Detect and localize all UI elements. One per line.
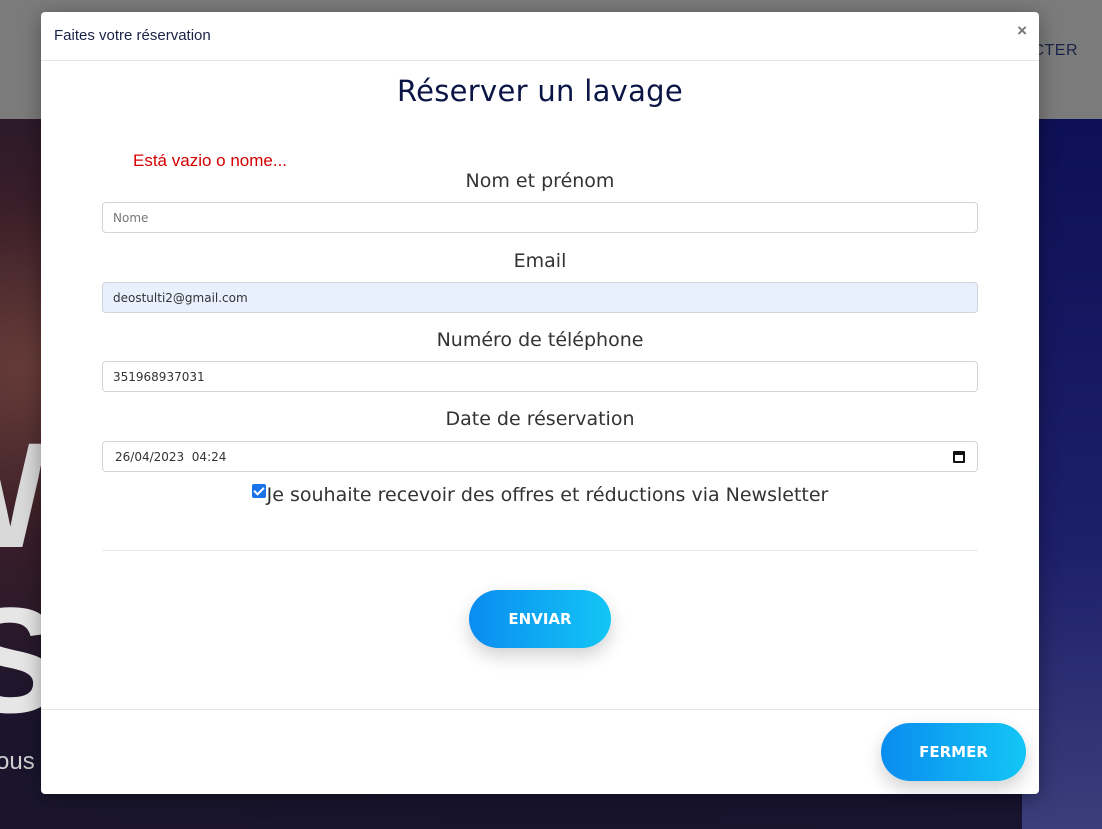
date-value: 26/04/2023 04:24 bbox=[115, 449, 227, 464]
form-heading: Réserver un lavage bbox=[396, 74, 684, 108]
newsletter-row: Je souhaite recevoir des offres et réduc… bbox=[41, 484, 1039, 506]
email-input[interactable]: deostulti2@gmail.com bbox=[102, 282, 978, 313]
submit-button[interactable]: ENVIAR bbox=[469, 590, 611, 648]
close-icon[interactable]: × bbox=[1017, 22, 1027, 39]
reservation-modal: Faites votre réservation × Réserver un l… bbox=[41, 12, 1039, 794]
close-button[interactable]: FERMER bbox=[881, 723, 1026, 781]
name-input[interactable]: Nome bbox=[102, 202, 978, 233]
newsletter-label[interactable]: Je souhaite recevoir des offres et réduc… bbox=[267, 484, 829, 506]
modal-footer: FERMER bbox=[41, 709, 1039, 794]
background-hero-text: ous bbox=[0, 748, 35, 775]
form-divider bbox=[102, 550, 978, 551]
modal-header: Faites votre réservation × bbox=[41, 12, 1039, 61]
name-error-message: Está vazio o nome... bbox=[133, 151, 288, 170]
background-nav-link[interactable]: CTER bbox=[1032, 42, 1078, 60]
phone-input[interactable]: 351968937031 bbox=[102, 361, 978, 392]
date-input[interactable]: 26/04/2023 04:24 bbox=[102, 441, 978, 472]
name-label: Nom et prénom bbox=[465, 170, 615, 192]
modal-title: Faites votre réservation bbox=[54, 27, 211, 44]
newsletter-checkbox[interactable] bbox=[251, 484, 266, 498]
phone-label: Numéro de téléphone bbox=[436, 329, 644, 351]
date-label: Date de réservation bbox=[445, 408, 635, 430]
calendar-icon[interactable] bbox=[953, 451, 965, 463]
email-label: Email bbox=[513, 250, 567, 272]
